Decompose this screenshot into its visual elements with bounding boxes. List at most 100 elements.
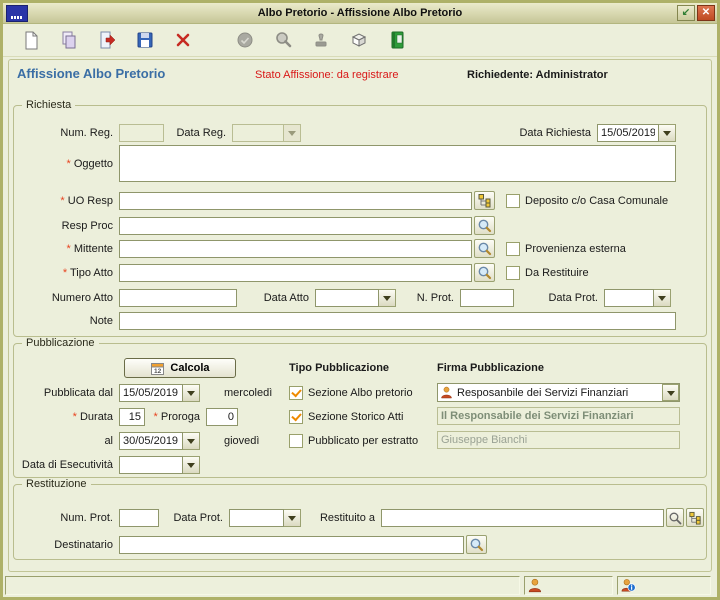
new-document-button[interactable]: [17, 27, 45, 53]
calcola-button[interactable]: 12 Calcola: [124, 358, 236, 378]
durata-input[interactable]: [119, 408, 145, 426]
rest-data-prot-dropdown-button[interactable]: [284, 509, 301, 527]
uo-resp-row: * UO Resp Deposito c/o Casa Comunale: [16, 191, 704, 210]
oggetto-textarea[interactable]: [119, 145, 676, 182]
pubblicata-dal-dropdown-button[interactable]: [183, 384, 200, 402]
delete-icon: [173, 30, 193, 50]
firma-select-dropdown-button[interactable]: [662, 384, 679, 401]
resp-proc-search-button[interactable]: [474, 216, 495, 235]
uo-resp-tree-button[interactable]: [474, 191, 495, 210]
da-restituire-checkbox[interactable]: [506, 266, 520, 280]
esecutivita-dropdown-button[interactable]: [183, 456, 200, 474]
destinatario-input[interactable]: [119, 536, 464, 554]
pubblicato-estratto-checkbox[interactable]: [289, 434, 303, 448]
tipo-atto-label: * Tipo Atto: [16, 267, 113, 279]
esecutivita-input[interactable]: [119, 456, 183, 474]
durata-label: * Durata: [16, 411, 113, 423]
tipo-atto-row: * Tipo Atto Da Restituire: [16, 263, 704, 282]
data-richiesta-input[interactable]: [597, 124, 659, 142]
restituito-a-label: Restituito a: [313, 512, 375, 524]
person-icon: [440, 386, 453, 399]
data-reg-combo: [232, 124, 301, 142]
sezione-albo-checkbox[interactable]: [289, 386, 303, 400]
al-input[interactable]: [119, 432, 183, 450]
copies-box-icon: [349, 30, 369, 50]
save-button[interactable]: [131, 27, 159, 53]
firma-select-value: Resposanbile dei Servizi Finanziari: [453, 387, 662, 399]
pubblicazione-fieldset: Pubblicazione 12 Calcola Tipo Pubblicazi…: [13, 343, 707, 478]
data-prot-dropdown-button[interactable]: [654, 289, 671, 307]
al-dropdown-button[interactable]: [183, 432, 200, 450]
delete-button[interactable]: [169, 27, 197, 53]
atto-row: Numero Atto Data Atto N. Prot. Data Prot…: [16, 288, 704, 307]
mittente-row: * Mittente Provenienza esterna: [16, 239, 704, 258]
pubblicata-dal-label: Pubblicata dal: [16, 387, 113, 399]
resp-proc-label: Resp Proc: [16, 220, 113, 232]
rest-data-prot-combo: [229, 509, 301, 527]
sezione-albo-checkbox-label: Sezione Albo pretorio: [308, 387, 413, 399]
exit-button[interactable]: [383, 27, 411, 53]
data-prot-input[interactable]: [604, 289, 654, 307]
tipo-atto-search-button[interactable]: [474, 263, 495, 282]
restore-button[interactable]: ↙: [677, 5, 695, 21]
destinatario-search-button[interactable]: [466, 535, 487, 554]
pubblicata-dal-input[interactable]: [119, 384, 183, 402]
num-reg-input: [119, 124, 164, 142]
restituzione-prot-row: Num. Prot. Data Prot. Restituito a: [16, 508, 704, 527]
destinatario-label: Destinatario: [16, 539, 113, 551]
n-prot-input[interactable]: [460, 289, 514, 307]
restituito-a-input[interactable]: [381, 509, 664, 527]
mittente-input[interactable]: [119, 240, 472, 258]
data-richiesta-dropdown-button[interactable]: [659, 124, 676, 142]
restituzione-legend: Restituzione: [22, 478, 91, 490]
oggetto-label: * Oggetto: [16, 158, 113, 170]
destinatario-row: Destinatario: [16, 535, 704, 554]
copy-document-icon: [59, 30, 79, 50]
confirm-disabled-icon: [235, 30, 255, 50]
firma-pubblicazione-heading: Firma Pubblicazione: [437, 362, 544, 374]
firma-select[interactable]: Resposanbile dei Servizi Finanziari: [437, 383, 680, 402]
data-richiesta-combo: [597, 124, 676, 142]
copies-button[interactable]: [345, 27, 373, 53]
deposito-checkbox[interactable]: [506, 194, 520, 208]
restituito-a-search-button[interactable]: [666, 508, 684, 527]
firma-nominativo-input: [437, 431, 680, 449]
rest-num-prot-label: Num. Prot.: [16, 512, 113, 524]
proroga-label: * Proroga: [145, 411, 200, 423]
tipo-atto-input[interactable]: [119, 264, 472, 282]
resp-proc-input[interactable]: [119, 217, 472, 235]
pubblicata-dal-dayname: mercoledì: [224, 387, 272, 399]
window-title: Albo Pretorio - Affissione Albo Pretorio: [3, 7, 717, 19]
pubblicata-dal-combo: [119, 384, 200, 402]
status-panel-message: [5, 576, 520, 595]
provenienza-checkbox[interactable]: [506, 242, 520, 256]
search-plain-icon: [668, 511, 682, 525]
rest-num-prot-input[interactable]: [119, 509, 159, 527]
export-button[interactable]: [93, 27, 121, 53]
search-disabled-icon: [273, 30, 293, 50]
note-input[interactable]: [119, 312, 676, 330]
proroga-input[interactable]: [206, 408, 238, 426]
mittente-search-button[interactable]: [474, 239, 495, 258]
close-button[interactable]: ✕: [697, 5, 715, 21]
copy-document-button[interactable]: [55, 27, 83, 53]
restituito-a-tree-button[interactable]: [686, 508, 704, 527]
export-icon: [97, 30, 117, 50]
pubblicato-estratto-checkbox-label: Pubblicato per estratto: [308, 435, 418, 447]
esecutivita-row: Data di Esecutività: [16, 455, 286, 474]
rest-data-prot-input[interactable]: [229, 509, 284, 527]
form-panel: Affissione Albo Pretorio Stato Affission…: [8, 59, 712, 572]
data-atto-dropdown-button[interactable]: [379, 289, 396, 307]
data-atto-input[interactable]: [315, 289, 379, 307]
data-atto-combo: [315, 289, 396, 307]
numero-atto-input[interactable]: [119, 289, 237, 307]
uo-resp-input[interactable]: [119, 192, 472, 210]
exit-archive-icon: [387, 30, 407, 50]
rest-data-prot-label: Data Prot.: [159, 512, 223, 524]
n-prot-label: N. Prot.: [396, 292, 454, 304]
sezione-storico-checkbox[interactable]: [289, 410, 303, 424]
numero-atto-label: Numero Atto: [16, 292, 113, 304]
restituzione-fieldset: Restituzione Num. Prot. Data Prot. Resti…: [13, 484, 707, 560]
oggetto-row: * Oggetto: [16, 145, 704, 182]
svg-text:12: 12: [154, 368, 162, 375]
